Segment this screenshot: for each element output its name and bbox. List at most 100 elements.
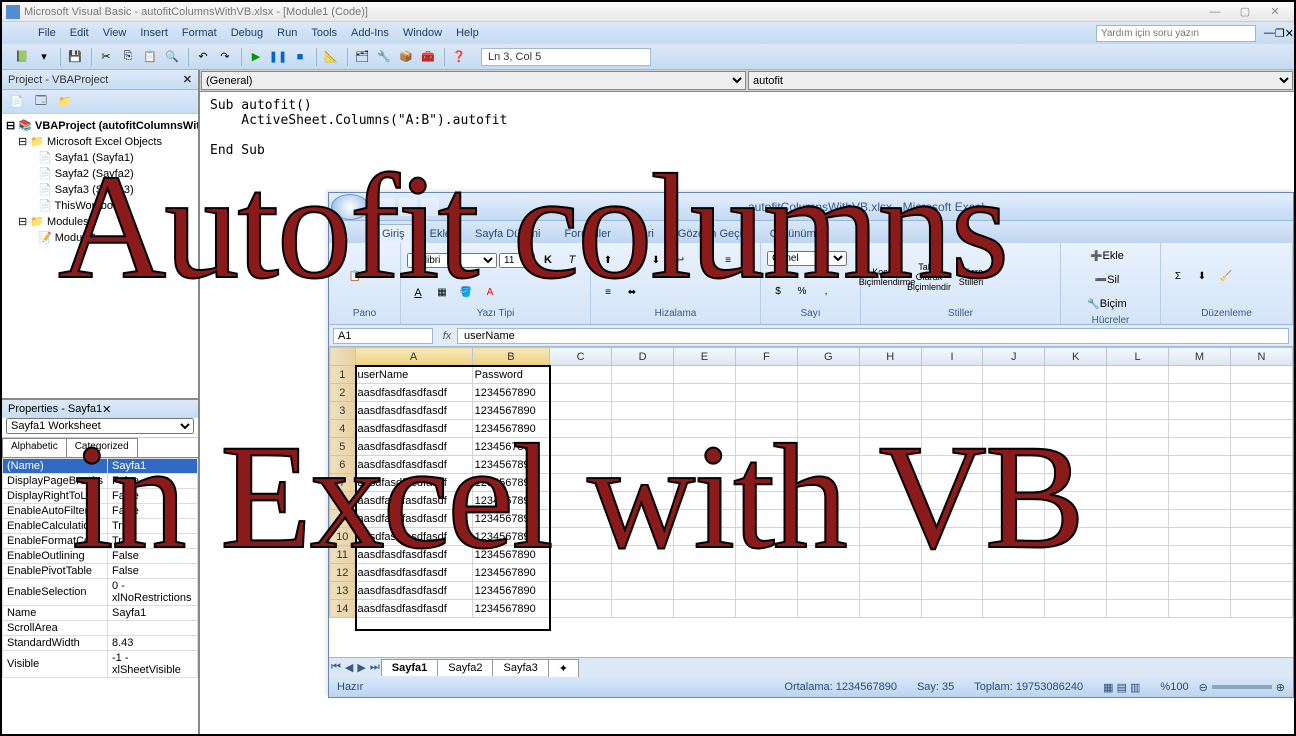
sheet-nav-prev[interactable]: ◀: [343, 661, 355, 674]
align-left-button[interactable]: ≡: [693, 249, 715, 271]
tab-alphabetic[interactable]: Alphabetic: [2, 438, 67, 457]
toggle-folders-icon[interactable]: 📁: [54, 92, 76, 112]
copy-icon[interactable]: ⎘: [118, 47, 138, 67]
help-search-input[interactable]: [1096, 25, 1256, 42]
underline-button[interactable]: A: [407, 282, 429, 304]
sheet-nav-last[interactable]: ⏭: [368, 661, 382, 674]
menu-help[interactable]: Help: [456, 27, 479, 39]
align-bottom-button[interactable]: ⬇: [645, 249, 667, 271]
properties-grid[interactable]: (Name)Sayfa1DisplayPageBreaksFalseDispla…: [2, 458, 198, 734]
project-explorer-icon[interactable]: 🗂: [352, 47, 372, 67]
view-code-icon[interactable]: 📄: [6, 92, 28, 112]
properties-object-select[interactable]: Sayfa1 Worksheet: [6, 418, 194, 434]
menu-edit[interactable]: Edit: [70, 27, 89, 39]
fx-icon[interactable]: fx: [437, 330, 457, 342]
menu-file[interactable]: File: [38, 27, 56, 39]
border-button[interactable]: ▦: [431, 282, 453, 304]
zoom-slider[interactable]: [1212, 685, 1272, 689]
reset-icon[interactable]: ■: [290, 47, 310, 67]
code-object-select[interactable]: (General): [201, 71, 746, 90]
maximize-button[interactable]: ▢: [1230, 5, 1260, 18]
percent-button[interactable]: %: [791, 280, 813, 302]
close-button[interactable]: ✕: [1260, 5, 1290, 18]
ribbon-tab-formulas[interactable]: Formüller: [552, 225, 622, 243]
conditional-format-button[interactable]: Koşullu Biçimlendirme: [867, 250, 907, 304]
zoom-level[interactable]: %100: [1160, 681, 1188, 693]
menu-format[interactable]: Format: [182, 27, 217, 39]
insert-module-icon[interactable]: ▾: [34, 47, 54, 67]
fill-button[interactable]: ⬇: [1191, 266, 1213, 288]
cell-styles-button[interactable]: Hücre Stilleri: [951, 250, 991, 304]
minimize-button[interactable]: —: [1200, 6, 1230, 18]
menu-addins[interactable]: Add-Ins: [351, 27, 389, 39]
qat-save-icon[interactable]: [377, 198, 395, 216]
ribbon-tab-layout[interactable]: Sayfa Düzeni: [463, 225, 552, 243]
view-excel-icon[interactable]: 📗: [12, 47, 32, 67]
design-mode-icon[interactable]: 📐: [321, 47, 341, 67]
object-browser-icon[interactable]: 📦: [396, 47, 416, 67]
qat-redo-icon[interactable]: [421, 198, 439, 216]
insert-cells-button[interactable]: ➕ Ekle: [1067, 245, 1147, 267]
break-icon[interactable]: ❚❚: [268, 47, 288, 67]
sheet-tab-2[interactable]: Sayfa2: [437, 659, 493, 676]
font-size-select[interactable]: 11: [499, 253, 535, 268]
redo-icon[interactable]: ↷: [215, 47, 235, 67]
ribbon-tab-view[interactable]: Görünüm: [758, 225, 828, 243]
align-right-button[interactable]: ≡: [597, 282, 619, 304]
format-cells-button[interactable]: 🔧 Biçim: [1067, 293, 1147, 315]
delete-cells-button[interactable]: ➖ Sil: [1067, 269, 1147, 291]
ribbon-tab-insert[interactable]: Ekle: [418, 225, 463, 243]
number-format-select[interactable]: Genel: [767, 251, 847, 266]
code-procedure-select[interactable]: autofit: [748, 71, 1293, 90]
sheet-tab-1[interactable]: Sayfa1: [381, 659, 438, 676]
align-center-button[interactable]: ≡: [717, 249, 739, 271]
font-name-select[interactable]: Calibri: [407, 253, 497, 268]
project-tree[interactable]: ⊟ 📚 VBAProject (autofitColumnsWithVB.xls…: [2, 114, 198, 398]
cut-icon[interactable]: ✂: [96, 47, 116, 67]
menu-run[interactable]: Run: [277, 27, 297, 39]
help-icon[interactable]: ❓: [449, 47, 469, 67]
menu-window[interactable]: Window: [403, 27, 442, 39]
fill-color-button[interactable]: 🪣: [455, 282, 477, 304]
sheet-nav-first[interactable]: ⏮: [329, 661, 343, 674]
ribbon-tab-review[interactable]: Gözden Geçir: [666, 225, 758, 243]
merge-button[interactable]: ⬌: [621, 282, 643, 304]
project-close-button[interactable]: ✕: [183, 73, 192, 86]
properties-icon[interactable]: 🔧: [374, 47, 394, 67]
undo-icon[interactable]: ↶: [193, 47, 213, 67]
sheet-tab-3[interactable]: Sayfa3: [492, 659, 548, 676]
toolbox-icon[interactable]: 🧰: [418, 47, 438, 67]
tab-categorized[interactable]: Categorized: [66, 438, 138, 457]
mdi-restore[interactable]: ❐: [1275, 27, 1285, 40]
menu-tools[interactable]: Tools: [311, 27, 337, 39]
paste-button[interactable]: 📋: [335, 250, 375, 304]
ribbon-tab-data[interactable]: Veri: [623, 225, 666, 243]
properties-close-button[interactable]: ✕: [102, 403, 111, 416]
view-object-icon[interactable]: 🗔: [30, 92, 52, 112]
ribbon-tab-home[interactable]: Giriş: [369, 224, 418, 243]
paste-icon[interactable]: 📋: [140, 47, 160, 67]
format-table-button[interactable]: Tablo Olarak Biçimlendir: [909, 250, 949, 304]
clear-button[interactable]: 🧹: [1215, 266, 1237, 288]
excel-title-bar[interactable]: autofitColumnsWithVB.xlsx - Microsoft Ex…: [329, 193, 1293, 221]
find-icon[interactable]: 🔍: [162, 47, 182, 67]
menu-insert[interactable]: Insert: [140, 27, 168, 39]
qat-undo-icon[interactable]: [399, 198, 417, 216]
menu-debug[interactable]: Debug: [231, 27, 263, 39]
font-color-button[interactable]: A: [479, 282, 501, 304]
name-box[interactable]: A1: [333, 328, 433, 344]
zoom-out-button[interactable]: ⊖: [1199, 681, 1208, 694]
align-top-button[interactable]: ⬆: [597, 249, 619, 271]
comma-button[interactable]: ,: [815, 280, 837, 302]
view-buttons[interactable]: ▦ ▤ ▥: [1103, 681, 1140, 694]
align-middle-button[interactable]: ↔: [621, 249, 643, 271]
wrap-text-button[interactable]: ↩: [669, 249, 691, 271]
mdi-minimize[interactable]: —: [1264, 27, 1275, 39]
currency-button[interactable]: $: [767, 280, 789, 302]
new-sheet-button[interactable]: ✦: [548, 659, 579, 677]
autosum-button[interactable]: Σ: [1167, 266, 1189, 288]
sheet-nav-next[interactable]: ▶: [355, 661, 367, 674]
italic-button[interactable]: T: [561, 249, 583, 271]
office-button[interactable]: [331, 194, 369, 220]
spreadsheet-grid[interactable]: ABCDEFGHIJKLMN1userNamePassword2aasdfasd…: [329, 347, 1293, 657]
